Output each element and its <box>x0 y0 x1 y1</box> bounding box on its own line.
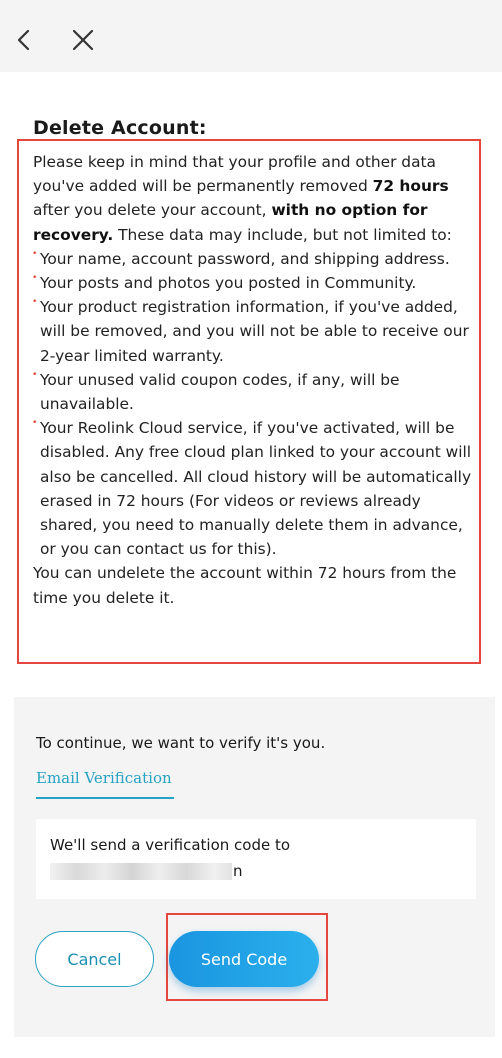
list-item: Your name, account password, and shippin… <box>32 242 475 271</box>
notice-intro-text: These data may include, but not limited … <box>113 225 452 244</box>
notice-bold-hours: 72 hours <box>372 177 449 196</box>
send-code-button[interactable]: Send Code <box>169 931 319 987</box>
close-icon[interactable] <box>69 26 97 54</box>
notice-intro: Please keep in mind that your profile an… <box>33 150 475 247</box>
cancel-button[interactable]: Cancel <box>35 931 154 987</box>
verification-card: To continue, we want to verify it's you.… <box>14 697 495 1037</box>
page-title: Delete Account: <box>33 117 207 139</box>
notice-outro: You can undelete the account within 72 h… <box>33 564 457 607</box>
top-bar <box>0 0 502 72</box>
verify-heading: To continue, we want to verify it's you. <box>36 734 326 752</box>
tab-email-verification[interactable]: Email Verification <box>36 769 174 799</box>
list-item: Your product registration information, i… <box>32 290 475 368</box>
notice-intro-text: after you delete your account, <box>33 201 272 220</box>
list-item: Your unused valid coupon codes, if any, … <box>32 363 475 416</box>
email-tail: n <box>233 862 243 880</box>
notice-list: Your name, account password, and shippin… <box>32 242 475 562</box>
deletion-notice: Please keep in mind that your profile an… <box>17 139 481 664</box>
email-blur-mask <box>50 862 232 880</box>
verification-info-box: We'll send a verification code to n <box>36 819 476 899</box>
masked-email: n <box>50 859 243 883</box>
verification-code-text: We'll send a verification code to <box>50 836 291 854</box>
list-item: Your posts and photos you posted in Comm… <box>32 266 475 295</box>
chevron-left-icon[interactable] <box>10 26 38 54</box>
list-item: Your Reolink Cloud service, if you've ac… <box>32 411 475 561</box>
